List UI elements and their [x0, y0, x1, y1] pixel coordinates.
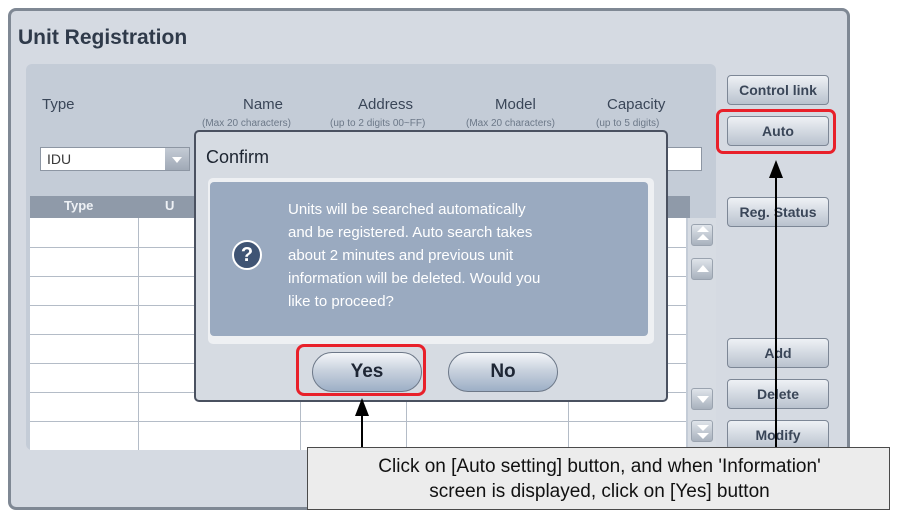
- table-row[interactable]: [30, 421, 686, 422]
- message-line: and be registered. Auto search takes: [288, 224, 533, 241]
- window-title: Unit Registration: [18, 26, 188, 49]
- question-icon: ?: [232, 240, 262, 270]
- dialog-message: Units will be searched automatically and…: [288, 198, 638, 313]
- scroll-top-icon[interactable]: [691, 224, 713, 246]
- type-select-value: IDU: [47, 151, 72, 167]
- type-select[interactable]: IDU: [40, 147, 190, 171]
- name-header: Name: [243, 96, 284, 113]
- message-line: Units will be searched automatically: [288, 201, 526, 218]
- address-hint: (up to 2 digits 00~FF): [330, 118, 426, 129]
- model-header: Model: [495, 96, 536, 113]
- callout-text: Click on [Auto setting] button, and when…: [308, 454, 891, 504]
- control-link-button[interactable]: Control link: [727, 75, 829, 105]
- capacity-header: Capacity: [607, 96, 666, 113]
- yes-button-highlight: [296, 344, 426, 396]
- scroll-bottom-icon[interactable]: [691, 420, 713, 442]
- modify-button[interactable]: Modify: [727, 420, 829, 450]
- scroll-up-icon[interactable]: [691, 258, 713, 280]
- table-scrollbar[interactable]: [688, 218, 716, 450]
- column-unit: U: [165, 198, 175, 213]
- delete-button[interactable]: Delete: [727, 379, 829, 409]
- message-line: like to proceed?: [288, 293, 394, 310]
- no-button[interactable]: No: [448, 352, 558, 392]
- add-button[interactable]: Add: [727, 338, 829, 368]
- scroll-down-icon[interactable]: [691, 388, 713, 410]
- callout-line: screen is displayed, click on [Yes] butt…: [429, 481, 770, 502]
- dialog-title: Confirm: [206, 147, 270, 167]
- reg-status-button[interactable]: Reg. Status: [727, 197, 829, 227]
- callout-line: Click on [Auto setting] button, and when…: [378, 456, 821, 477]
- capacity-hint: (up to 5 digits): [596, 118, 660, 129]
- auto-button-highlight: [716, 109, 836, 154]
- column-type: Type: [64, 198, 94, 213]
- address-header: Address: [358, 96, 414, 113]
- message-line: information will be deleted. Would you: [288, 270, 541, 287]
- name-hint: (Max 20 characters): [202, 118, 291, 129]
- instruction-callout: Click on [Auto setting] button, and when…: [307, 447, 890, 510]
- type-header: Type: [42, 96, 75, 113]
- chevron-down-icon[interactable]: [165, 148, 189, 170]
- model-hint: (Max 20 characters): [466, 118, 555, 129]
- message-line: about 2 minutes and previous unit: [288, 247, 514, 264]
